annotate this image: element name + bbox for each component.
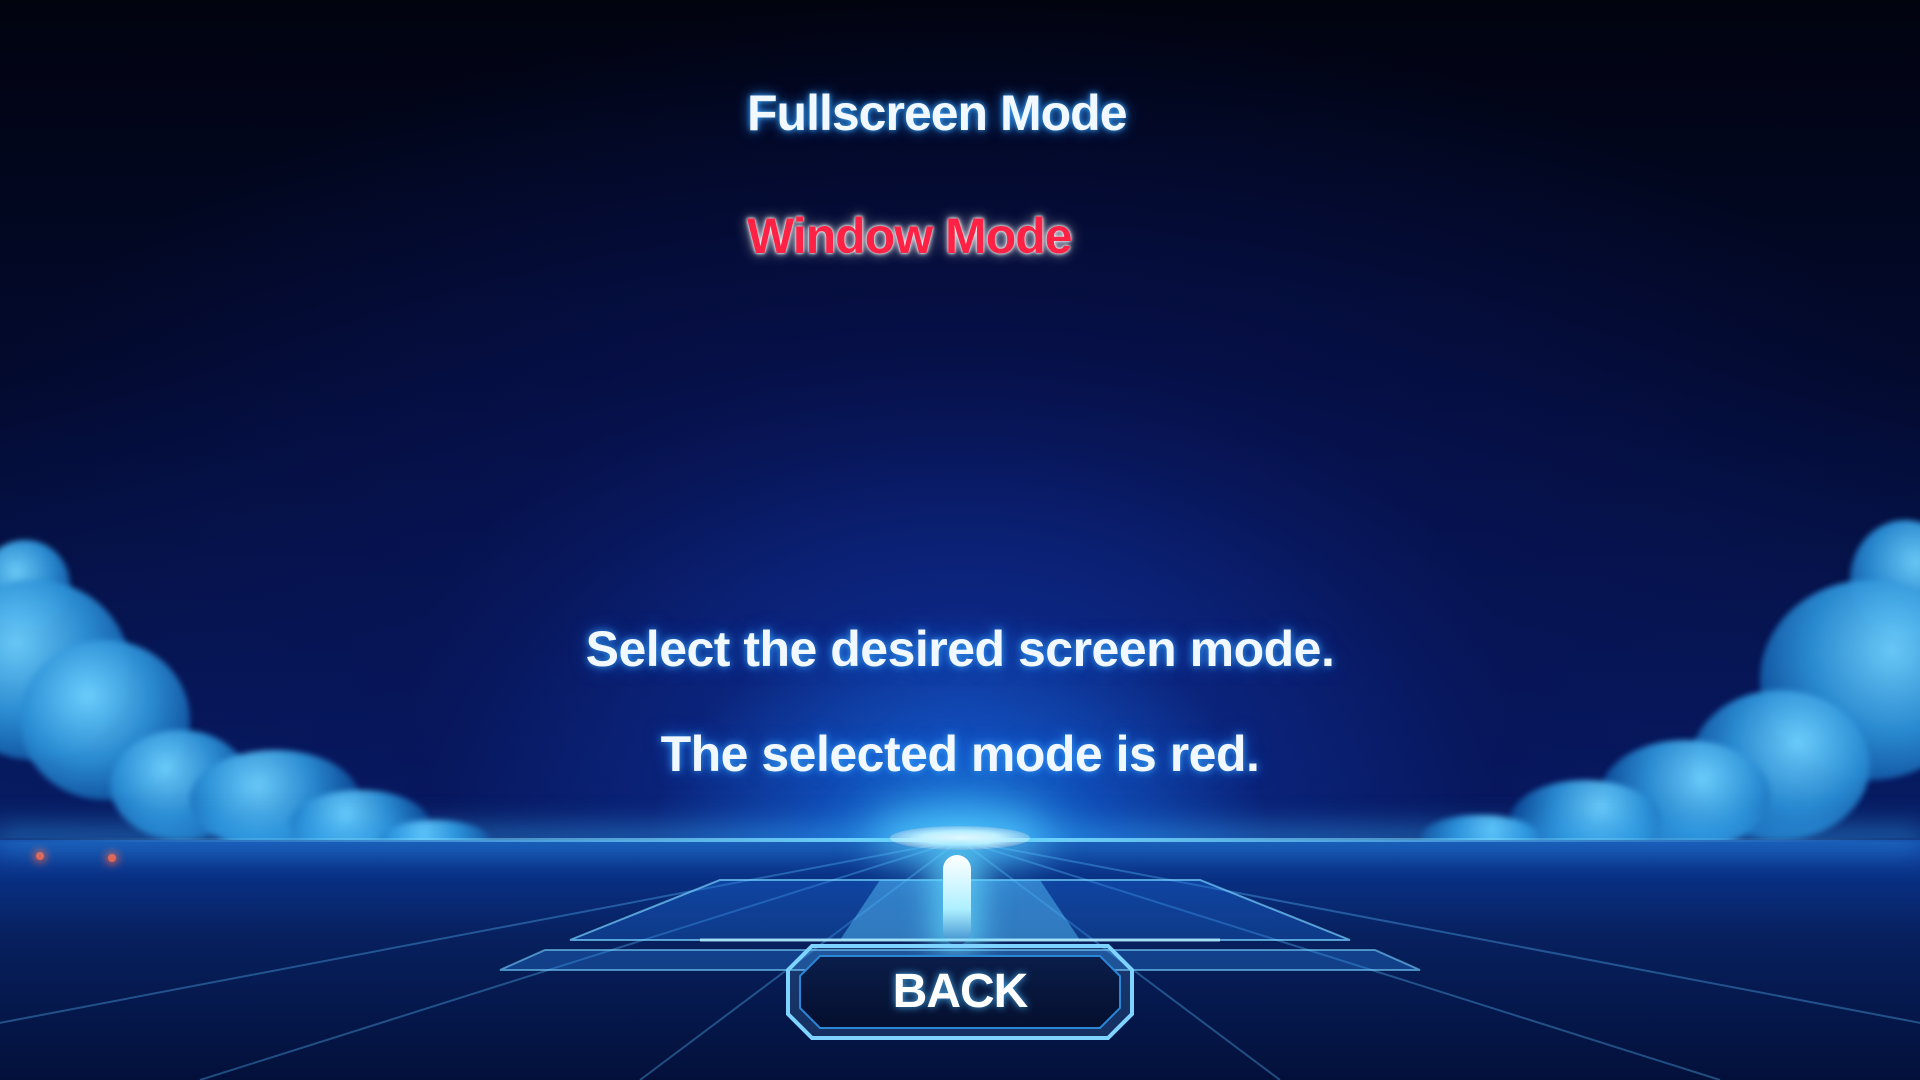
window-mode-option[interactable]: Window Mode	[747, 207, 1073, 265]
screen-mode-menu: Fullscreen Mode Window Mode Select the d…	[0, 0, 1920, 1080]
fullscreen-mode-option[interactable]: Fullscreen Mode	[747, 84, 1128, 142]
red-light	[36, 852, 44, 860]
clouds-right	[1340, 520, 1920, 880]
light-beam	[943, 855, 971, 945]
clouds-left	[0, 520, 580, 880]
light-pad	[890, 826, 1030, 850]
red-light	[108, 854, 116, 862]
selected-hint-text: The selected mode is red.	[660, 726, 1260, 782]
instruction-text: Select the desired screen mode.	[585, 621, 1335, 677]
back-button[interactable]: BACK	[784, 942, 1136, 1042]
back-button-label: BACK	[892, 965, 1029, 1018]
